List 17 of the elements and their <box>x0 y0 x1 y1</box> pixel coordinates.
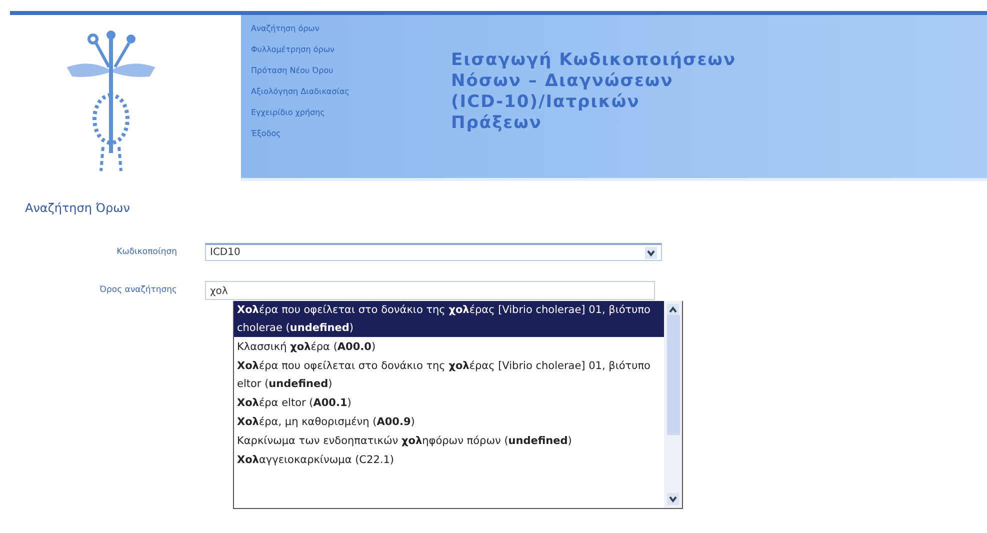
suggestion-item[interactable]: Χολέρα, μη καθορισμένη (A00.9) <box>234 413 664 432</box>
field-label: Όρος αναζήτησης <box>98 285 178 295</box>
suggestion-item[interactable]: Χολέρα που οφείλεται στο δονάκιο της χολέρας [Vibrio cholerae] 01, βιότυπο eltor (undefined) <box>234 357 664 394</box>
site-title: Εισαγωγή Κωδικοποιήσεων Νόσων – Διαγνώσεων (ICD-10)/Ιατρικών Πράξεων <box>451 49 736 135</box>
search-field[interactable]: χολ <box>205 280 655 300</box>
caret-icon <box>645 246 657 258</box>
page-heading: Αναζήτηση Όρων <box>25 201 131 217</box>
field-label: Κωδικοποίηση <box>116 247 178 257</box>
suggestion-item[interactable]: Χολέρα eltor (A00.1) <box>234 394 664 413</box>
suggestion-item[interactable]: Κλασσική χολέρα (A00.0) <box>234 338 664 357</box>
suggestion-item[interactable]: Χολαγγειοκαρκίνωμα (C22.1) <box>234 451 664 470</box>
suggestion-item[interactable]: Καρκίνωμα των ενδοηπατικών χοληφόρων πόρων (undefined) <box>234 432 664 451</box>
scroll-up-icon[interactable] <box>667 304 679 316</box>
scrollbar[interactable] <box>664 301 682 508</box>
scroll-down-icon[interactable] <box>667 493 679 505</box>
select-field[interactable]: ICD10 <box>205 243 662 261</box>
suggestion-item[interactable]: Χολέρα που οφείλεται στο δονάκιο της χολέρας [Vibrio cholerae] 01, βιότυπο cholerae (undefined) <box>234 301 664 338</box>
